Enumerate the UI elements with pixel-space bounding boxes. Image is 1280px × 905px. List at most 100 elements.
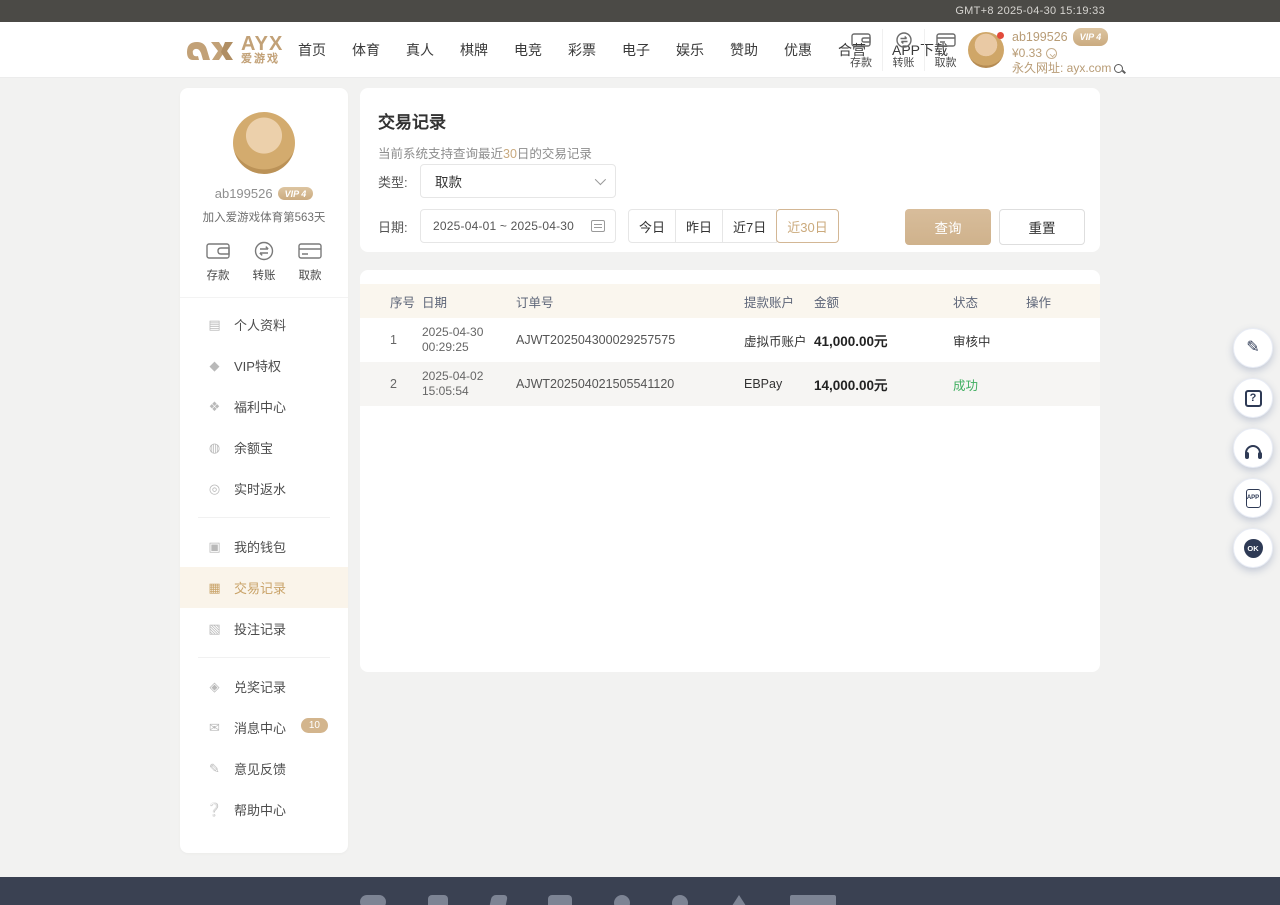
refresh-balance-icon[interactable] [1046,48,1057,59]
subtitle-days: 30 [503,147,517,161]
partner-logo [790,895,836,905]
page-subtitle: 当前系统支持查询最近30日的交易记录 [360,133,1100,162]
page-title: 交易记录 [360,88,1100,133]
nav-slots[interactable]: 电子 [622,40,650,60]
nav-lottery[interactable]: 彩票 [568,40,596,60]
transfer-button[interactable]: 转账 [882,29,924,71]
deposit-wallet-icon [206,241,230,261]
deposit-button[interactable]: 存款 [840,29,882,71]
sidebar-item-rebate[interactable]: ◎ 实时返水 [180,468,348,509]
app-download-float-button[interactable]: APP [1233,478,1273,518]
partner-logo [672,895,688,905]
nav-sponsor[interactable]: 赞助 [730,40,758,60]
partner-logo [428,895,448,905]
col-status: 状态 [953,292,1026,311]
sidebar-withdraw-button[interactable]: 取款 [298,241,322,283]
server-datetime: GMT+8 2025-04-30 15:19:33 [955,5,1105,17]
nav-entertainment[interactable]: 娱乐 [676,40,704,60]
question-book-icon: ? [1245,390,1262,407]
col-amount: 金额 [814,292,953,311]
sidebar-item-messages[interactable]: ✉ 消息中心 10 [180,707,348,748]
sidebar-username: ab199526 [215,186,273,201]
transaction-record-icon: ▦ [206,580,223,596]
sidebar-item-vip[interactable]: ◆ VIP特权 [180,345,348,386]
ok-shield-icon: OK [1244,539,1263,558]
sidebar-item-bets[interactable]: ▧ 投注记录 [180,608,348,649]
col-order: 订单号 [516,292,744,311]
profile-sidebar: ab199526 VIP 4 加入爱游戏体育第563天 存款 转账 取款 ▤ 个… [180,88,348,853]
partner-logo [614,895,630,905]
username[interactable]: ab199526 [1012,30,1068,45]
search-button[interactable]: 查询 [905,209,991,245]
footer-bar [0,877,1280,905]
nav-chess[interactable]: 棋牌 [460,40,488,60]
transaction-filter-card: 交易记录 当前系统支持查询最近30日的交易记录 类型: 取款 日期: 2025-… [360,88,1100,252]
sidebar-item-profile[interactable]: ▤ 个人资料 [180,304,348,345]
nav-live[interactable]: 真人 [406,40,434,60]
quick-range-30days[interactable]: 近30日 [776,209,838,243]
sidebar-deposit-button[interactable]: 存款 [206,241,230,283]
main-header: AYX 爱游戏 首页 体育 真人 棋牌 电竞 彩票 电子 娱乐 赞助 优惠 合营… [0,22,1280,78]
sidebar-item-prizes[interactable]: ◈ 兑奖记录 [180,666,348,707]
row-date: 2025-04-30 [422,325,483,339]
sidebar-item-transactions[interactable]: ▦ 交易记录 [180,567,348,608]
order-number: AJWT202504021505541120 [516,377,744,391]
quick-range-7days[interactable]: 近7日 [722,209,777,243]
status-badge: 成功 [953,375,1026,394]
reset-button[interactable]: 重置 [999,209,1085,245]
feedback-pencil-icon: ✎ [206,761,223,777]
app-phone-icon: APP [1246,489,1261,508]
sidebar-item-feedback[interactable]: ✎ 意见反馈 [180,748,348,789]
nav-promo[interactable]: 优惠 [784,40,812,60]
feedback-float-button[interactable]: ✎ [1233,328,1273,368]
customer-service-float-button[interactable] [1233,428,1273,468]
table-header-row: 序号 日期 订单号 提款账户 金额 状态 操作 [360,284,1100,318]
amount: 41,000.00元 [814,330,953,350]
quick-range-yesterday[interactable]: 昨日 [675,209,723,243]
table-row: 1 2025-04-30 00:29:25 AJWT20250430002925… [360,318,1100,362]
sidebar-transfer-button[interactable]: 转账 [252,241,276,283]
withdraw-button[interactable]: 取款 [924,29,966,71]
logo-text-en: AYX [241,34,283,54]
feedback-pencil-icon: ✎ [1246,340,1259,356]
deposit-wallet-icon [851,32,871,48]
user-info-block: ab199526 VIP 4 ¥0.33 永久网址: ayx.com [1012,28,1125,76]
sidebar-item-help[interactable]: ❔ 帮助中心 [180,789,348,830]
date-range-input[interactable]: 2025-04-01 ~ 2025-04-30 [420,209,616,243]
row-time: 15:05:54 [422,384,469,398]
sidebar-avatar[interactable] [233,112,295,174]
transfer-icon [252,241,276,261]
brand-logo[interactable]: AYX 爱游戏 [185,30,283,68]
sidebar-divider [198,517,330,518]
chevron-down-icon [595,174,606,185]
prize-record-icon: ◈ [206,679,223,695]
sidebar-item-welfare[interactable]: ❖ 福利中心 [180,386,348,427]
type-label: 类型: [378,172,420,191]
date-label: 日期: [378,217,420,236]
user-avatar[interactable] [968,32,1004,68]
nav-home[interactable]: 首页 [298,40,326,60]
type-select[interactable]: 取款 [420,164,616,198]
verify-float-button[interactable]: OK [1233,528,1273,568]
headset-icon [1245,445,1261,455]
message-megaphone-icon: ✉ [206,720,223,736]
sidebar-vip-badge: VIP 4 [278,187,314,200]
nav-sports[interactable]: 体育 [352,40,380,60]
joined-days-text: 加入爱游戏体育第563天 [180,209,348,225]
sidebar-item-wallet[interactable]: ▣ 我的钱包 [180,526,348,567]
calendar-icon [591,220,605,232]
wallet-icon: ▣ [206,539,223,555]
withdraw-account: EBPay [744,377,814,391]
sidebar-divider [198,657,330,658]
nav-esports[interactable]: 电竞 [514,40,542,60]
partner-logo [548,895,572,905]
faq-float-button[interactable]: ? [1233,378,1273,418]
col-date: 日期 [422,292,516,311]
floating-action-column: ✎ ? APP OK [1233,328,1273,568]
search-icon[interactable] [1113,63,1125,75]
quick-range-today[interactable]: 今日 [628,209,676,243]
withdraw-account: 虚拟币账户 [744,331,814,350]
sidebar-item-yuebao[interactable]: ◍ 余额宝 [180,427,348,468]
logo-mark-icon [185,30,237,68]
partner-logo [488,895,508,905]
